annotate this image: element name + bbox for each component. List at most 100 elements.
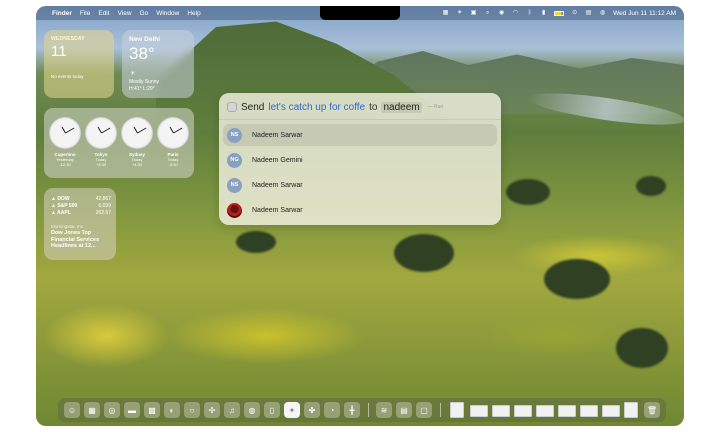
weather-condition: Mostly Sunny [129,79,160,85]
document-icon[interactable] [580,405,598,417]
weather-city: New Delhi [129,36,161,43]
finder-icon[interactable]: ☺ [64,402,80,418]
menu-window[interactable]: Window [156,10,179,17]
sparkle-icon[interactable]: ✦ [456,10,463,17]
weather-temp: 38° [129,44,155,63]
search-icon[interactable]: ⌕ [484,10,491,17]
bookmark-icon[interactable]: ▮ [540,10,547,17]
stocks-widget[interactable]: ▲ DOW 42,867 ▲ S&P 500 6,039 ▲ AAPL 202.… [44,188,116,260]
clock-face-icon [85,117,117,149]
document-icon[interactable] [624,402,638,418]
safari-icon[interactable]: ◎ [104,402,120,418]
contact-name: Nadeem Gemini [252,156,303,164]
activity-monitor-icon[interactable]: ◔ [324,402,340,418]
clock-cupertino: Cupertino Yesterday -12:30 [49,117,81,167]
bush [544,259,610,299]
contact-result[interactable]: Nadeem Sarwar [223,199,497,221]
launchpad-icon[interactable]: ▦ [84,402,100,418]
clock-tokyo: Tokyo Today +3:30 [85,117,117,167]
contact-result[interactable]: NG Nadeem Gemini [223,149,497,171]
bluetooth-icon[interactable]: ᛒ [526,10,533,17]
document-icon[interactable] [470,405,488,417]
query-to: to [369,101,378,113]
dock: ☺ ▦ ◎ ▬ ▩ ◐ ○ ✣ ♫ ◍ ▯ ✦ ✤ ◔ ╋ ≋ ▤ ▢ 🗑 [58,398,666,422]
query-recipient-token[interactable]: nadeem [381,101,422,113]
contact-result[interactable]: NS Nadeem Sarwar [223,124,497,146]
bush [236,231,276,253]
preview-icon[interactable]: ▤ [396,402,412,418]
mail-icon[interactable]: ◐ [164,402,180,418]
stock-row: ▲ DOW 42,867 [51,196,111,202]
contact-name: Nadeem Sarwar [252,181,303,189]
play-icon[interactable]: ◉ [498,10,505,17]
clock-face-icon [49,117,81,149]
siri-icon[interactable]: ◍ [599,10,606,17]
wifi-icon[interactable]: ◠ [512,10,519,17]
notes-icon[interactable]: ▯ [264,402,280,418]
stock-value: 6,039 [98,203,111,209]
photos-icon[interactable]: ▬ [124,402,140,418]
grid-icon[interactable]: ▦ [442,10,449,17]
messages-app-icon [227,102,237,112]
clock-face-icon [121,117,153,149]
trash-icon[interactable]: 🗑 [644,402,660,418]
document-icon[interactable] [450,402,464,418]
messages-icon[interactable]: ▩ [144,402,160,418]
control-center-icon[interactable]: ⊙ [571,10,578,17]
calendar-widget[interactable]: WEDNESDAY 11 No events today [44,30,114,98]
calendar-empty-text: No events today [51,74,84,79]
document-icon[interactable] [514,405,532,417]
podcasts-icon[interactable]: ◍ [244,402,260,418]
document-icon[interactable] [602,405,620,417]
avatar: NS [227,177,242,193]
spotify-icon[interactable]: ≋ [376,402,392,418]
screen-mirror-icon[interactable]: ▣ [470,10,477,17]
spotlight-query[interactable]: Send let's catch up for coffe to nadeem … [227,100,443,114]
keynote-icon[interactable]: ╋ [344,402,360,418]
query-verb: Send [241,101,265,113]
divider [219,119,501,120]
bush [616,328,668,368]
stock-news-headline[interactable]: Dow Jones Top Financial Services Headlin… [51,230,111,250]
shortcuts-icon[interactable]: ✤ [304,402,320,418]
contact-name: Nadeem Sarwar [252,206,303,214]
bush [636,176,666,196]
document-icon[interactable] [536,405,554,417]
clock-offset: -3:30 [168,162,178,167]
menu-view[interactable]: View [118,10,132,17]
avatar-photo [227,202,242,218]
spotlight-icon[interactable]: ✦ [284,402,300,418]
clock-face-icon [157,117,189,149]
menu-bar-clock[interactable]: Wed Jun 11 11:12 AM [613,10,676,17]
document-icon[interactable] [558,405,576,417]
contact-result[interactable]: NS Nadeem Sarwar [223,174,497,196]
clock-paris: Paris Today -3:30 [157,117,189,167]
stock-symbol: ▲ DOW [51,196,70,202]
slack-icon[interactable]: ✣ [204,402,220,418]
chrome-icon[interactable]: ○ [184,402,200,418]
camera-notch [320,6,400,20]
photo-booth-icon[interactable]: ▢ [416,402,432,418]
dock-separator [368,403,369,417]
menu-edit[interactable]: Edit [98,10,109,17]
stock-symbol: ▲ AAPL [51,210,71,216]
world-clock-widget[interactable]: Cupertino Yesterday -12:30 Tokyo Today +… [44,108,194,178]
battery-icon[interactable] [554,10,565,16]
bush [394,234,454,272]
query-message-token[interactable]: let's catch up for coffe [268,102,365,113]
weather-widget[interactable]: New Delhi 38° ☀ Mostly Sunny H:41° L:29° [122,30,194,98]
stage-icon[interactable]: ▤ [585,10,592,17]
clock-offset: +3:30 [95,162,107,167]
avatar: NS [227,127,242,143]
music-icon[interactable]: ♫ [224,402,240,418]
menu-finder[interactable]: Finder [52,10,72,17]
menu-go[interactable]: Go [140,10,149,17]
calendar-date: 11 [51,43,67,60]
menu-help[interactable]: Help [187,10,200,17]
stock-row: ▲ S&P 500 6,039 [51,203,111,209]
clock-offset: -12:30 [59,162,71,167]
bush [506,179,550,205]
run-hint: — Run [427,104,444,110]
document-icon[interactable] [492,405,510,417]
menu-file[interactable]: File [80,10,90,17]
